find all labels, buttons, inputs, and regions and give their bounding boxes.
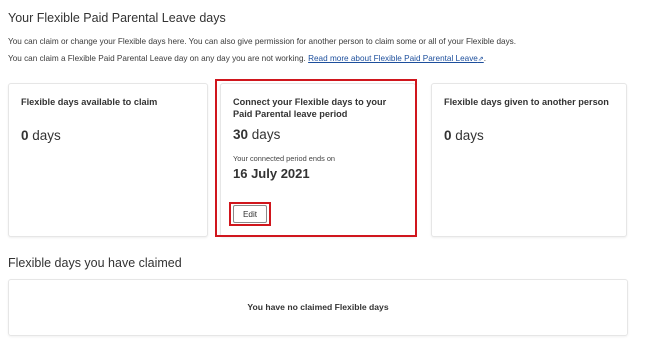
intro-line-1: You can claim or change your Flexible da…: [8, 37, 517, 46]
available-days-unit: days: [32, 128, 61, 143]
available-days-card: Flexible days available to claim 0 days: [8, 83, 208, 237]
available-days-number: 0: [21, 128, 29, 143]
available-days-value: 0 days: [21, 128, 61, 143]
given-days-value: 0 days: [444, 128, 484, 143]
given-days-unit: days: [455, 128, 484, 143]
available-days-title: Flexible days available to claim: [21, 97, 158, 107]
no-claimed-days-message: You have no claimed Flexible days: [247, 302, 389, 312]
intro-line-2: You can claim a Flexible Paid Parental L…: [8, 54, 486, 63]
claimed-days-panel: You have no claimed Flexible days: [8, 279, 628, 336]
intro-line-2-suffix: .: [483, 54, 487, 63]
read-more-link[interactable]: Read more about Flexible Paid Parental L…: [308, 54, 484, 63]
given-days-number: 0: [444, 128, 452, 143]
read-more-link-text[interactable]: Read more about Flexible Paid Parental L…: [308, 54, 478, 63]
section-title: Your Flexible Paid Parental Leave days: [8, 11, 226, 25]
intro-line-2-text: You can claim a Flexible Paid Parental L…: [8, 54, 306, 63]
given-days-title: Flexible days given to another person: [444, 97, 609, 107]
given-days-card: Flexible days given to another person 0 …: [431, 83, 627, 237]
claimed-section-title: Flexible days you have claimed: [8, 256, 182, 270]
edit-button[interactable]: Edit: [233, 205, 267, 223]
